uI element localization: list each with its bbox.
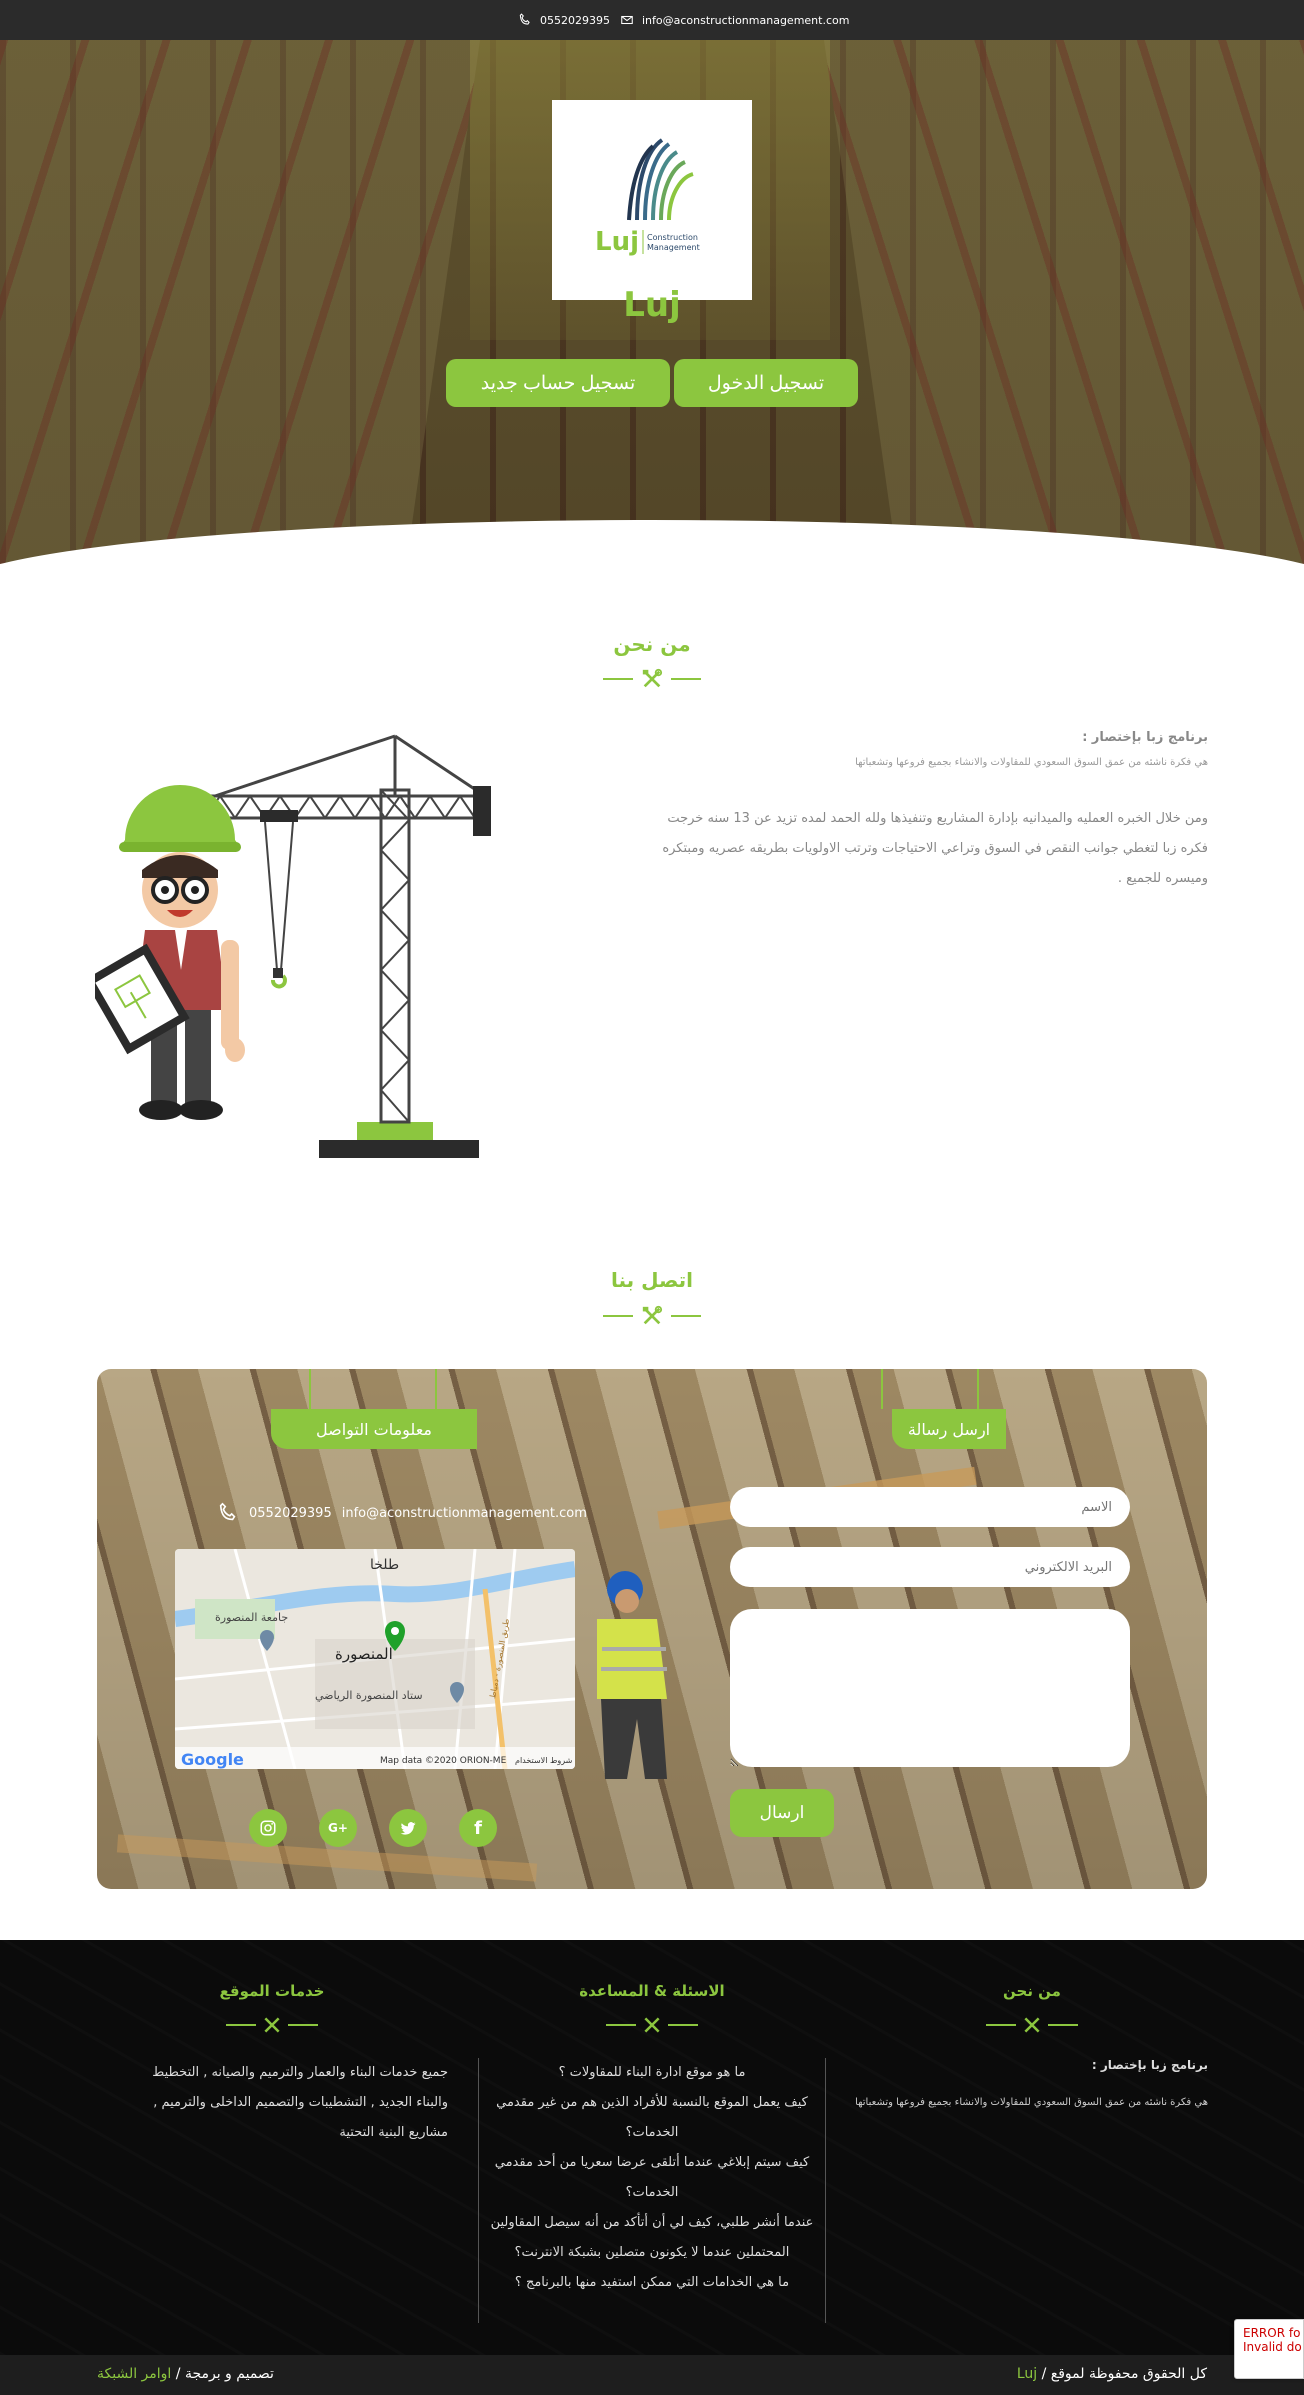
footer: خدمات الموقع الاسئلة & المساعدة من نحن ج… — [0, 1940, 1304, 2355]
footer-services-text: جميع خدمات البناء والعمار والترميم والصي… — [152, 2065, 448, 2140]
envelope-icon — [621, 15, 633, 25]
recaptcha-error-line: Invalid do — [1243, 2340, 1302, 2354]
svg-text:Luj: Luj — [595, 227, 639, 257]
phone-icon — [219, 1502, 236, 1521]
register-button[interactable]: تسجيل حساب جديد — [446, 359, 670, 407]
about-text-block: برنامج زبا بإختصار : هي فكرة ناشئه من عم… — [660, 730, 1208, 894]
svg-text:Management: Management — [647, 243, 700, 252]
footer-about-text: برنامج زبا بإختصار : هي فكرة ناشئه من عم… — [820, 2058, 1208, 2118]
tab-wire — [977, 1369, 979, 1409]
footer-about-title: من نحن — [1003, 1982, 1061, 2000]
design-credit: تصميم و برمجة / اوامر الشبكة — [97, 2366, 274, 2382]
contact-phone[interactable]: 0552029395 — [249, 1506, 332, 1521]
faq-link[interactable]: ما هي الخدامات التي ممكن استفيد منها بال… — [487, 2268, 817, 2298]
contact-panel: معلومات التواصل ارسل رسالة 0552029395 in… — [97, 1369, 1207, 1889]
design-credit-text: تصميم و برمجة / — [175, 2366, 274, 2382]
footer-about-body: هي فكرة ناشئه من عمق السوق السعودي للمقا… — [855, 2097, 1208, 2108]
send-button[interactable]: ارسال — [730, 1789, 834, 1837]
svg-text:شروط الاستخدام: شروط الاستخدام — [515, 1756, 573, 1765]
name-input[interactable] — [730, 1487, 1130, 1527]
brand-title: Luj — [623, 285, 681, 325]
tab-send-message[interactable]: ارسل رسالة — [892, 1409, 1006, 1449]
recaptcha-error-line: ERROR fo — [1243, 2326, 1301, 2340]
tab-wire — [881, 1369, 883, 1409]
contact-separator — [602, 1305, 702, 1327]
about-separator — [602, 668, 702, 690]
svg-text:Construction: Construction — [647, 233, 698, 242]
copyright: كل الحقوق محفوظة لموقع / Luj — [1017, 2366, 1207, 2382]
about-lead: برنامج زبا بإختصار : — [1082, 730, 1208, 745]
about-body: ومن خلال الخبره العمليه والميدانيه بإدار… — [662, 811, 1208, 886]
contact-email[interactable]: info@aconstructionmanagement.com — [342, 1506, 587, 1521]
tools-icon — [644, 2017, 660, 2033]
footer-faq-list: ما هو موقع ادارة البناء للمقاولات ؟ كيف … — [478, 2058, 826, 2323]
site-logo[interactable]: Luj Construction Management — [552, 100, 752, 300]
footer-separator — [982, 2015, 1082, 2035]
svg-text:جامعة المنصورة: جامعة المنصورة — [215, 1611, 288, 1624]
location-map[interactable]: طلخا جامعة المنصورة المنصورة ستاد المنصو… — [175, 1549, 575, 1769]
faq-link[interactable]: كيف سيتم إبلاغي عندما أتلقى عرضا سعريا م… — [487, 2148, 817, 2208]
svg-text:المنصورة: المنصورة — [335, 1645, 393, 1663]
footer-separator — [222, 2015, 322, 2035]
tools-icon — [1024, 2017, 1040, 2033]
recaptcha-badge[interactable]: ERROR fo Invalid do — [1234, 2319, 1304, 2379]
logo-mark-icon: Luj Construction Management — [595, 138, 700, 257]
topbar-phone-text: 0552029395 — [540, 13, 610, 27]
svg-text:Google: Google — [181, 1750, 244, 1769]
contact-info-line: 0552029395 info@aconstructionmanagement.… — [217, 1502, 587, 1524]
footer-faq-title: الاسئلة & المساعدة — [579, 1982, 725, 2000]
tab-wire — [435, 1369, 437, 1409]
email-input[interactable] — [730, 1547, 1130, 1587]
svg-text:ستاد المنصورة الرياضي: ستاد المنصورة الرياضي — [315, 1689, 423, 1702]
about-title: من نحن — [613, 632, 691, 656]
svg-text:طلخا: طلخا — [370, 1557, 399, 1573]
tab-contact-info[interactable]: معلومات التواصل — [271, 1409, 477, 1449]
about-subtitle: هي فكرة ناشئه من عمق السوق السعودي للمقا… — [855, 757, 1208, 768]
top-bar: 0552029395 info@aconstructionmanagement.… — [0, 0, 1304, 40]
contact-title: اتصل بنا — [610, 1268, 694, 1292]
crane-engineer-illustration — [95, 734, 491, 1158]
copyright-text: كل الحقوق محفوظة لموقع / — [1041, 2366, 1207, 2382]
login-button[interactable]: تسجيل الدخول — [674, 359, 858, 407]
faq-link[interactable]: كيف يعمل الموقع بالنسبة للأفراد الذين هم… — [487, 2088, 817, 2148]
faq-link[interactable]: ما هو موقع ادارة البناء للمقاولات ؟ — [487, 2058, 817, 2088]
footer-about-lead: برنامج زبا بإختصار : — [1091, 2058, 1208, 2072]
engineer-icon — [95, 785, 245, 1120]
design-credit-link[interactable]: اوامر الشبكة — [97, 2366, 171, 2382]
topbar-phone[interactable]: 0552029395 — [518, 13, 610, 27]
instagram-icon[interactable] — [249, 1809, 287, 1847]
tab-wire — [309, 1369, 311, 1409]
tools-icon — [642, 1305, 663, 1325]
message-textarea[interactable] — [730, 1609, 1130, 1767]
twitter-icon[interactable] — [389, 1809, 427, 1847]
bottom-bar: كل الحقوق محفوظة لموقع / Luj تصميم و برم… — [0, 2355, 1304, 2395]
construction-worker-image — [597, 1571, 667, 1779]
footer-separator — [602, 2015, 702, 2035]
svg-text:Map data ©2020 ORION-ME: Map data ©2020 ORION-ME — [380, 1756, 507, 1766]
topbar-email-text: info@aconstructionmanagement.com — [642, 13, 850, 27]
phone-icon — [519, 13, 530, 25]
topbar-email[interactable]: info@aconstructionmanagement.com — [620, 13, 849, 27]
tools-icon — [264, 2017, 280, 2033]
facebook-icon[interactable]: f — [459, 1809, 497, 1847]
tools-icon — [642, 668, 663, 688]
footer-services-title: خدمات الموقع — [219, 1982, 325, 2000]
google-plus-icon[interactable]: G+ — [319, 1809, 357, 1847]
faq-link[interactable]: عندما أنشر طلبي، كيف لي أن أتأكد من أنه … — [487, 2208, 817, 2268]
copyright-brand-link[interactable]: Luj — [1017, 2366, 1037, 2382]
